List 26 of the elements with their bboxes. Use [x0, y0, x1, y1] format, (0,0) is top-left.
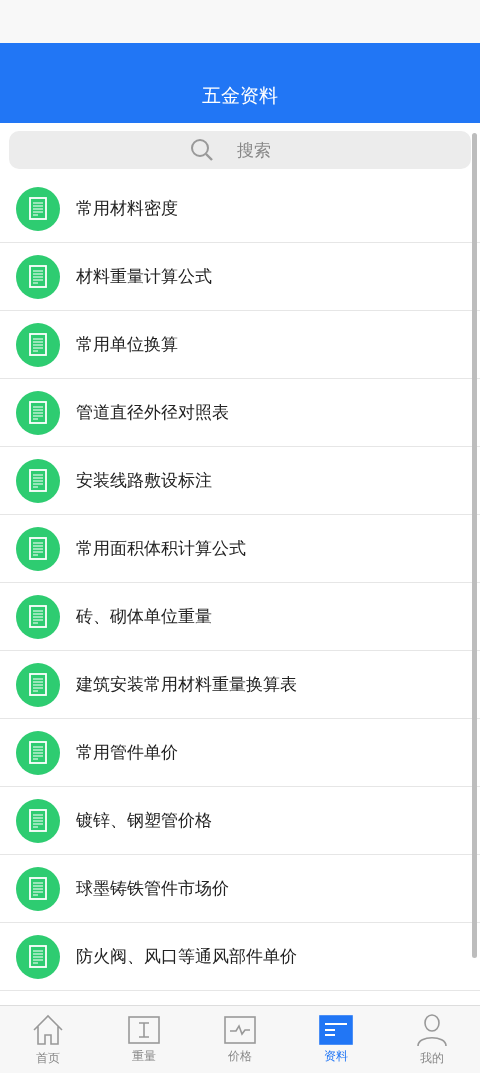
- document-icon: [16, 458, 60, 503]
- document-icon: [16, 866, 60, 911]
- user-icon: [415, 1012, 449, 1047]
- header-title: 五金资料: [202, 82, 278, 108]
- tab-bar-item[interactable]: 资料: [288, 1006, 384, 1073]
- document-icon: [16, 186, 60, 231]
- document-icon: [16, 730, 60, 775]
- search-icon: [190, 138, 214, 162]
- tab-bar-item[interactable]: 我的: [384, 1006, 480, 1073]
- tab-bar-item[interactable]: 首页: [0, 1006, 96, 1073]
- document-icon: [319, 1014, 353, 1045]
- i-beam-icon: [127, 1014, 161, 1045]
- list-item[interactable]: 防火阀、风口等通风部件单价: [0, 923, 480, 991]
- tab-bar-item[interactable]: 重量: [96, 1006, 192, 1073]
- document-icon: [16, 934, 60, 979]
- document-icon: [16, 594, 60, 639]
- document-icon: [16, 254, 60, 299]
- pulse-chart-icon: [223, 1014, 257, 1045]
- document-icon: [16, 798, 60, 843]
- home-icon: [31, 1012, 65, 1047]
- document-icon: [16, 390, 60, 435]
- tab-bar-item[interactable]: 价格: [192, 1006, 288, 1073]
- search-field[interactable]: 搜索: [9, 131, 471, 169]
- document-icon: [16, 526, 60, 571]
- document-icon: [16, 662, 60, 707]
- document-icon: [16, 322, 60, 367]
